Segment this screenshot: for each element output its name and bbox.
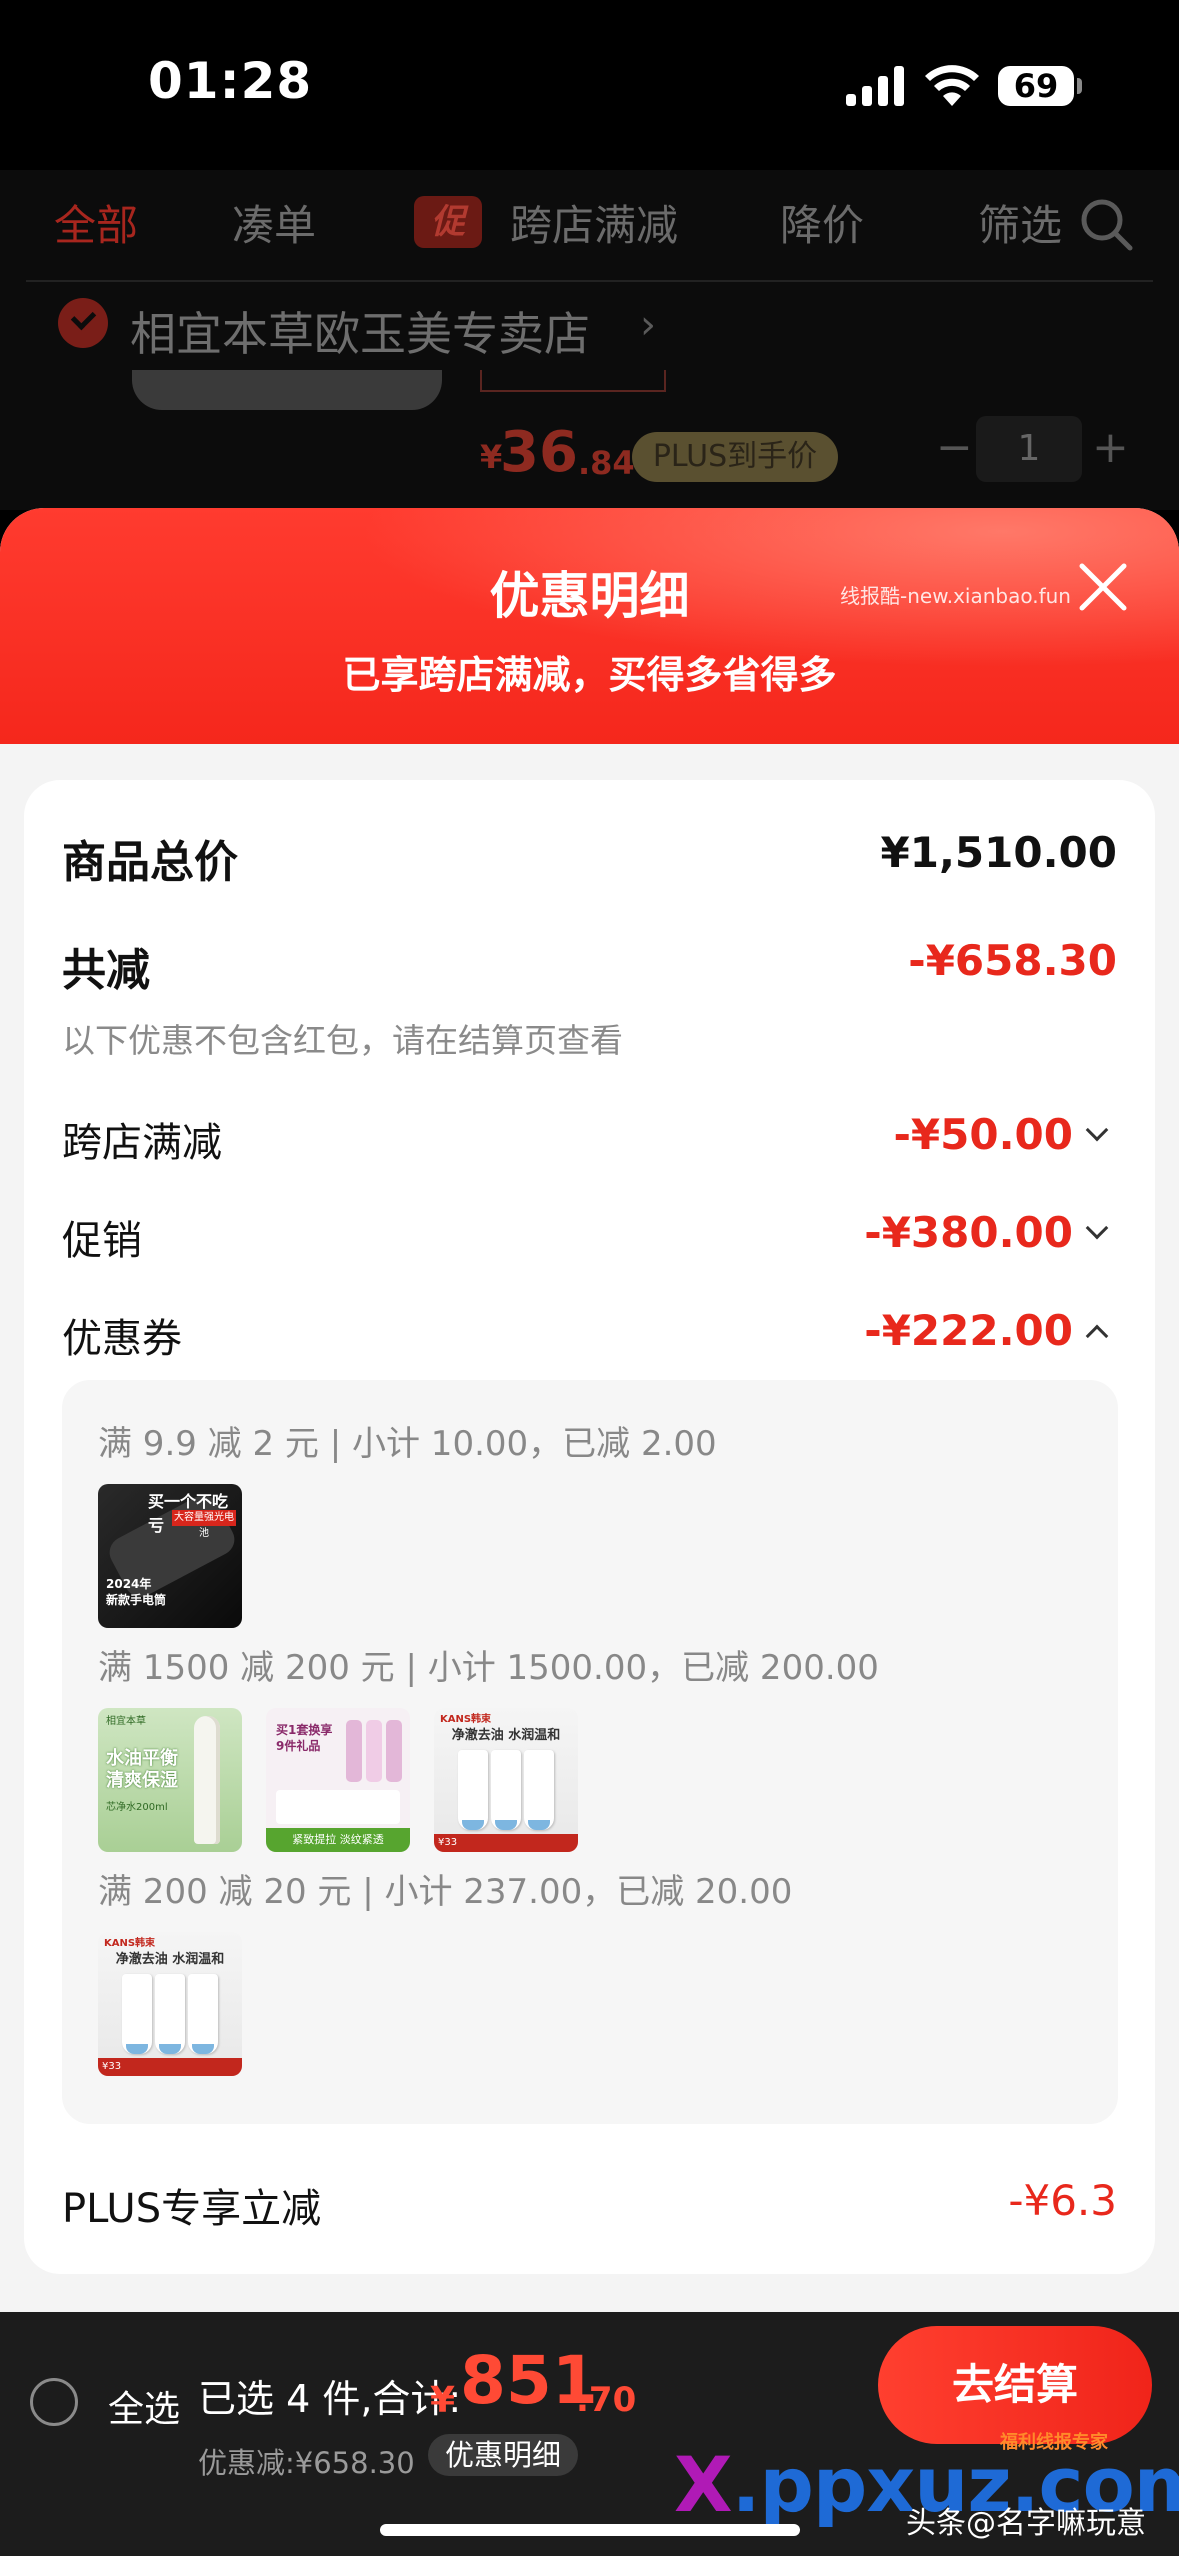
cross-store-value[interactable]: -¥50.00 — [893, 1110, 1073, 1159]
plus-discount-label: PLUS专享立减 — [62, 2186, 322, 2232]
tab-all[interactable]: 全部 — [54, 192, 138, 253]
product-thumbnail-toner[interactable]: 相宜本草 水油平衡 清爽保湿 芯净水200ml — [98, 1708, 242, 1852]
plus-price-tag: PLUS到手价 — [632, 432, 838, 482]
discount-amount: 优惠减:¥658.30 — [198, 2446, 415, 2480]
thumb-caption: 净澈去油 水润温和 — [451, 1728, 561, 1743]
chevron-right-icon: › — [640, 302, 656, 348]
tab-bundle[interactable]: 凑单 — [232, 192, 316, 253]
bottle-image — [194, 1716, 220, 1844]
promotion-label[interactable]: 促销 — [62, 1208, 142, 1266]
coupon-tier-text: 满 200 减 20 元 | 小计 237.00，已减 20.00 — [98, 1872, 793, 1912]
thumb-footer: ¥33 — [434, 1834, 578, 1852]
product-thumbnail-gift-set[interactable]: 买1套换享 9件礼品 紧致提拉 淡纹紧透 — [266, 1708, 410, 1852]
tube-image — [122, 1974, 152, 2054]
quantity-field[interactable]: 1 — [976, 416, 1082, 482]
thumb-caption: 水油平衡 清爽保湿 — [106, 1748, 178, 1791]
status-time: 01:28 — [148, 52, 313, 110]
thumb-badge: 大容量强光电池 — [172, 1510, 236, 1539]
bottle-image — [366, 1720, 382, 1782]
total-price-decimal: .70 — [576, 2380, 637, 2420]
tube-image — [491, 1750, 521, 1830]
tab-cross-store[interactable]: 跨店满减 — [510, 192, 678, 253]
plus-discount-value: -¥6.3 — [1008, 2176, 1117, 2225]
status-bar: 01:28 69 — [0, 0, 1179, 170]
search-icon[interactable] — [1078, 196, 1134, 252]
promotion-value[interactable]: -¥380.00 — [864, 1208, 1073, 1257]
tube-image — [188, 1974, 218, 2054]
discount-summary-card: 商品总价 ¥1,510.00 共减 -¥658.30 以下优惠不包含红包，请在结… — [24, 780, 1155, 2274]
thumb-brand: KANS韩束 — [104, 1938, 156, 1949]
cart-page-background: 全部 凑单 促 跨店满减 降价 筛选 相宜本草欧玉美专卖店 › ¥ 36 .84… — [0, 170, 1179, 510]
sheet-subtitle: 已享跨店满减，买得多省得多 — [342, 653, 837, 697]
product-thumbnail-cleanser[interactable]: KANS韩束 净澈去油 水润温和 ¥33 — [98, 1932, 242, 2076]
wifi-icon — [925, 65, 979, 106]
source-credit: 头条@名字嘛玩意 — [906, 2506, 1146, 2541]
product-thumbnail[interactable] — [132, 370, 442, 410]
checkout-bar: 全选 已选 4 件,合计: ¥ 851 .70 优惠减:¥658.30 优惠明细… — [0, 2312, 1179, 2556]
cross-store-label[interactable]: 跨店满减 — [62, 1110, 222, 1168]
total-currency-symbol: ¥ — [430, 2380, 456, 2421]
bottle-image — [346, 1720, 362, 1782]
thumb-caption: 芯净水200ml — [106, 1802, 168, 1813]
quantity-decrease-button[interactable]: − — [936, 422, 973, 473]
red-packet-note: 以下优惠不包含红包，请在结算页查看 — [62, 1021, 623, 1060]
goods-total-value: ¥1,510.00 — [880, 828, 1117, 877]
product-promo-tag — [480, 370, 666, 392]
quantity-increase-button[interactable]: + — [1092, 422, 1129, 473]
selected-count-summary: 已选 4 件,合计: — [198, 2377, 462, 2421]
tab-filter[interactable]: 筛选 — [978, 192, 1062, 253]
watermark: 线报酷-new.xianbao.fun — [840, 584, 1071, 608]
total-reduction-value: -¥658.30 — [908, 936, 1117, 985]
battery-tip — [1077, 78, 1082, 94]
promo-tag: 促 — [414, 196, 482, 248]
goods-total-label: 商品总价 — [62, 837, 238, 888]
chevron-up-icon[interactable] — [1085, 1324, 1109, 1348]
discount-detail-sheet: 优惠明细 已享跨店满减，买得多省得多 线报酷-new.xianbao.fun 商… — [0, 508, 1179, 2312]
bottle-image — [386, 1720, 402, 1782]
sheet-header: 优惠明细 已享跨店满减，买得多省得多 线报酷-new.xianbao.fun — [0, 508, 1179, 744]
chevron-down-icon[interactable] — [1085, 1216, 1109, 1240]
home-indicator — [380, 2524, 800, 2536]
coupon-tier-text: 满 1500 减 200 元 | 小计 1500.00，已减 200.00 — [98, 1648, 879, 1688]
price-symbol: ¥ — [480, 438, 503, 476]
close-icon[interactable] — [1076, 560, 1130, 614]
select-all-label[interactable]: 全选 — [108, 2380, 180, 2432]
gift-tray-image — [276, 1790, 400, 1824]
tube-image — [458, 1750, 488, 1830]
coupon-tier-text: 满 9.9 减 2 元 | 小计 10.00，已减 2.00 — [98, 1424, 717, 1464]
coupon-breakdown: 满 9.9 减 2 元 | 小计 10.00，已减 2.00 买一个不吃亏 大容… — [62, 1380, 1118, 2124]
battery-icon: 69 — [998, 66, 1074, 106]
store-checkbox[interactable] — [58, 298, 108, 348]
coupon-value[interactable]: -¥222.00 — [864, 1306, 1073, 1355]
chevron-down-icon[interactable] — [1085, 1118, 1109, 1142]
thumb-footer: 紧致提拉 淡纹紧透 — [266, 1828, 410, 1852]
thumb-footer: ¥33 — [98, 2058, 242, 2076]
product-price: 36 — [500, 420, 578, 485]
product-thumbnail-cleanser[interactable]: KANS韩束 净澈去油 水润温和 ¥33 — [434, 1708, 578, 1852]
cellular-signal-icon — [846, 66, 904, 106]
checkout-button[interactable]: 去结算 — [878, 2326, 1152, 2444]
store-name[interactable]: 相宜本草欧玉美专卖店 — [130, 298, 590, 364]
total-reduction-label: 共减 — [62, 945, 150, 996]
thumb-brand: 相宜本草 — [106, 1716, 146, 1727]
thumb-caption: 2024年 新款手电筒 — [106, 1577, 167, 1607]
product-thumbnail-flashlight[interactable]: 买一个不吃亏 大容量强光电池 2024年 新款手电筒 — [98, 1484, 242, 1628]
thumb-caption: 净澈去油 水润温和 — [115, 1952, 225, 1967]
logo-x: X — [674, 2440, 733, 2529]
product-price-decimal: .84 — [578, 444, 635, 482]
thumb-caption: 买1套换享 9件礼品 — [276, 1723, 333, 1753]
tube-image — [155, 1974, 185, 2054]
tube-image — [524, 1750, 554, 1830]
discount-detail-button[interactable]: 优惠明细 — [428, 2434, 578, 2476]
thumb-brand: KANS韩束 — [440, 1714, 492, 1725]
tab-price-drop[interactable]: 降价 — [780, 192, 864, 253]
select-all-radio[interactable] — [30, 2378, 78, 2426]
coupon-label[interactable]: 优惠券 — [62, 1306, 182, 1364]
